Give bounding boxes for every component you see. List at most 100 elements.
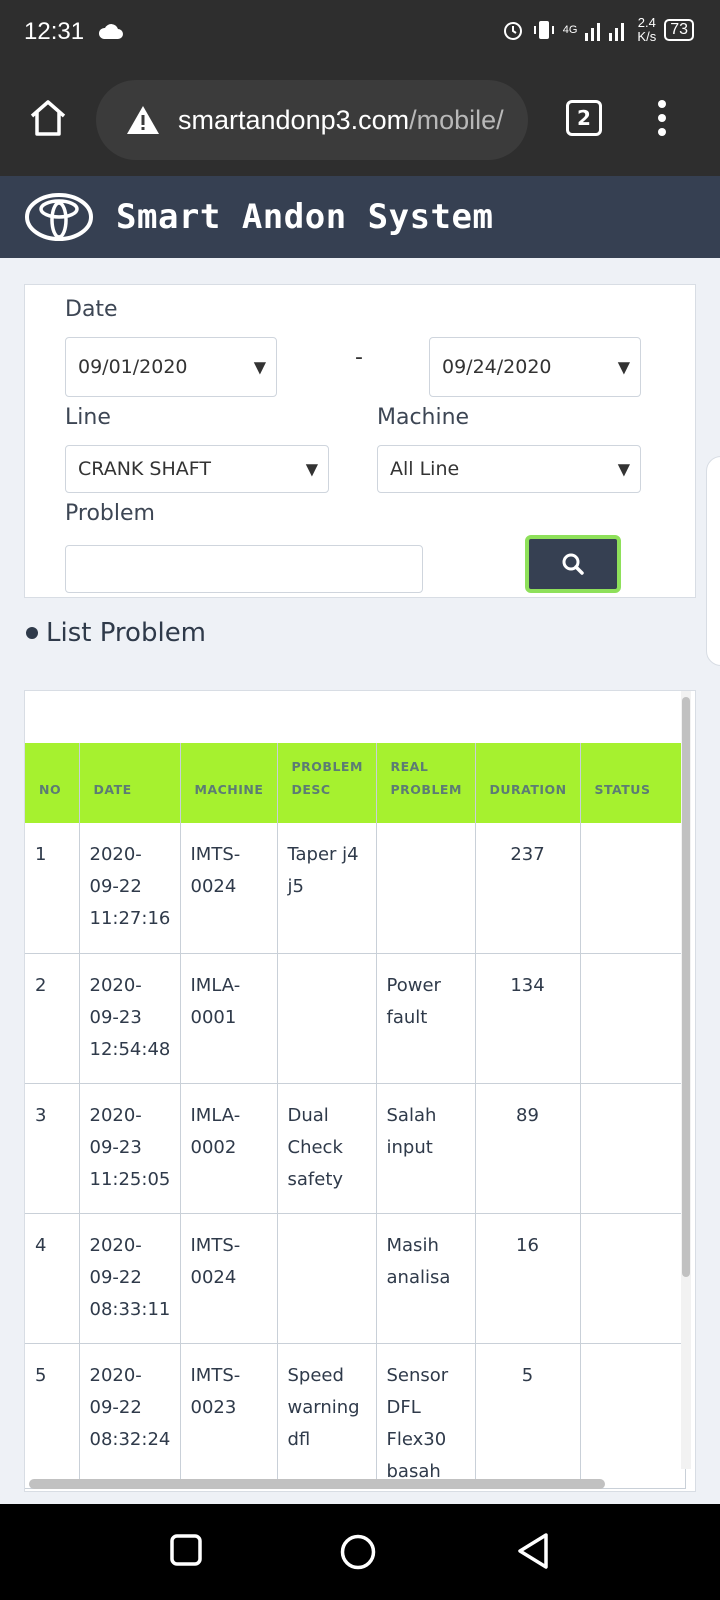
status-time: 12:31 (24, 18, 85, 45)
cell-duration: 134 (475, 953, 581, 1084)
cell-machine: IMLA-0001 (180, 953, 278, 1084)
cell-date: 2020-09-22 08:33:11 (79, 1213, 181, 1344)
table-row[interactable]: 5 2020-09-22 08:32:24 IMTS-0023 Speed wa… (25, 1343, 686, 1489)
cell-machine: IMTS-0023 (180, 1343, 278, 1489)
problem-input[interactable] (65, 545, 423, 593)
vibrate-icon (533, 21, 554, 39)
date-to-value: 09/24/2020 (442, 356, 552, 378)
table-row[interactable]: 2 2020-09-23 12:54:48 IMLA-0001 Power fa… (25, 953, 686, 1084)
cell-date: 2020-09-23 11:25:05 (79, 1083, 181, 1214)
column-header-status[interactable]: STATUS (580, 743, 686, 823)
battery-indicator: 73 (664, 19, 694, 41)
table-row[interactable]: 4 2020-09-22 08:33:11 IMTS-0024 Masih an… (25, 1213, 686, 1344)
section-title-text: List Problem (46, 618, 207, 648)
cloud-icon (98, 24, 123, 39)
table-row[interactable]: 3 2020-09-23 11:25:05 IMLA-0002 Dual Che… (25, 1083, 686, 1214)
app-header: Smart Andon System (0, 176, 720, 258)
status-icons: 4G 2.4 K/s 73 (501, 16, 694, 44)
side-drawer-handle[interactable] (706, 456, 720, 666)
chevron-down-icon: ▼ (617, 357, 630, 377)
column-header-duration[interactable]: DURATION (475, 743, 581, 823)
cell-duration: 16 (475, 1213, 581, 1344)
chevron-down-icon: ▼ (253, 357, 266, 377)
cell-real-problem: Sensor DFL Flex30 basah (376, 1343, 476, 1489)
section-title: List Problem (26, 618, 206, 648)
cell-problem-desc: Speed warning dfl (277, 1343, 377, 1489)
cell-problem-desc (277, 1213, 377, 1344)
problem-table: NO DATE MACHINE PROBLEM DESC REAL PROBLE… (25, 743, 686, 1489)
column-header-no[interactable]: NO (25, 743, 80, 823)
cell-status (580, 1083, 686, 1214)
date-from-value: 09/01/2020 (78, 356, 188, 378)
column-header-real-problem[interactable]: REAL PROBLEM (376, 743, 476, 823)
cell-real-problem: Power fault (376, 953, 476, 1084)
cell-duration: 5 (475, 1343, 581, 1489)
line-select[interactable]: CRANK SHAFT ▼ (65, 445, 329, 493)
tab-switcher-button[interactable]: 2 (566, 100, 602, 136)
date-from-select[interactable]: 09/01/2020 ▼ (65, 337, 277, 397)
cell-problem-desc: Dual Check safety (277, 1083, 377, 1214)
cell-duration: 237 (475, 823, 581, 954)
column-header-problem-desc[interactable]: PROBLEM DESC (277, 743, 377, 823)
cell-real-problem: Masih analisa (376, 1213, 476, 1344)
machine-value: All Line (390, 458, 460, 480)
status-bar: 12:31 4G 2.4 K/s 73 (0, 0, 720, 64)
url-text[interactable]: smartandonp3.com/mobile/ (178, 105, 504, 136)
app-title: Smart Andon System (116, 197, 494, 237)
problem-table-card: NO DATE MACHINE PROBLEM DESC REAL PROBLE… (24, 690, 696, 1492)
date-separator: - (355, 345, 363, 370)
network-type: 4G (562, 24, 578, 36)
line-label: Line (65, 405, 111, 430)
warning-icon[interactable] (126, 105, 160, 135)
recent-apps-icon[interactable] (170, 1534, 202, 1566)
column-header-machine[interactable]: MACHINE (180, 743, 278, 823)
cell-date: 2020-09-23 12:54:48 (79, 953, 181, 1084)
date-to-select[interactable]: 09/24/2020 ▼ (429, 337, 641, 397)
bullet-icon (26, 627, 38, 639)
column-header-date[interactable]: DATE (79, 743, 181, 823)
date-label: Date (65, 297, 118, 322)
back-icon[interactable] (516, 1532, 550, 1570)
home-icon[interactable] (28, 98, 68, 138)
chevron-down-icon: ▼ (305, 459, 318, 479)
address-bar[interactable]: smartandonp3.com/mobile/ (96, 80, 528, 160)
cell-problem-desc: Taper j4 j5 (277, 823, 377, 954)
cell-real-problem (376, 823, 476, 954)
cell-no: 1 (25, 823, 80, 954)
cell-machine: IMTS-0024 (180, 823, 278, 954)
cell-no: 5 (25, 1343, 80, 1489)
cell-status (580, 823, 686, 954)
vertical-scrollbar-thumb[interactable] (682, 697, 690, 1277)
machine-select[interactable]: All Line ▼ (377, 445, 641, 493)
cell-duration: 89 (475, 1083, 581, 1214)
net-speed-value: 2.4 (637, 15, 656, 30)
cell-status (580, 953, 686, 1084)
table-row[interactable]: 1 2020-09-22 11:27:16 IMTS-0024 Taper j4… (25, 823, 686, 954)
system-nav-bar (0, 1504, 720, 1600)
horizontal-scrollbar-thumb[interactable] (29, 1479, 605, 1489)
machine-label: Machine (377, 405, 470, 430)
search-icon (562, 553, 584, 575)
problem-label: Problem (65, 501, 155, 526)
cell-date: 2020-09-22 11:27:16 (79, 823, 181, 954)
cell-no: 2 (25, 953, 80, 1084)
url-path: /mobile/ (409, 104, 504, 135)
chevron-down-icon: ▼ (617, 459, 630, 479)
home-button-icon[interactable] (340, 1534, 376, 1570)
cell-problem-desc (277, 953, 377, 1084)
cell-machine: IMLA-0002 (180, 1083, 278, 1214)
cell-date: 2020-09-22 08:32:24 (79, 1343, 181, 1489)
alarm-icon (503, 22, 522, 40)
table-header-row: NO DATE MACHINE PROBLEM DESC REAL PROBLE… (25, 743, 686, 823)
cell-status (580, 1343, 686, 1489)
search-button[interactable] (525, 535, 621, 593)
cell-machine: IMTS-0024 (180, 1213, 278, 1344)
cell-no: 4 (25, 1213, 80, 1344)
signal-icon (585, 23, 625, 41)
overflow-menu-icon[interactable] (656, 98, 668, 138)
browser-toolbar: smartandonp3.com/mobile/ 2 (0, 64, 720, 176)
cell-no: 3 (25, 1083, 80, 1214)
line-value: CRANK SHAFT (78, 458, 211, 480)
net-speed-unit: K/s (637, 29, 657, 44)
filter-panel: Date 09/01/2020 ▼ - 09/24/2020 ▼ Line CR… (24, 284, 696, 598)
